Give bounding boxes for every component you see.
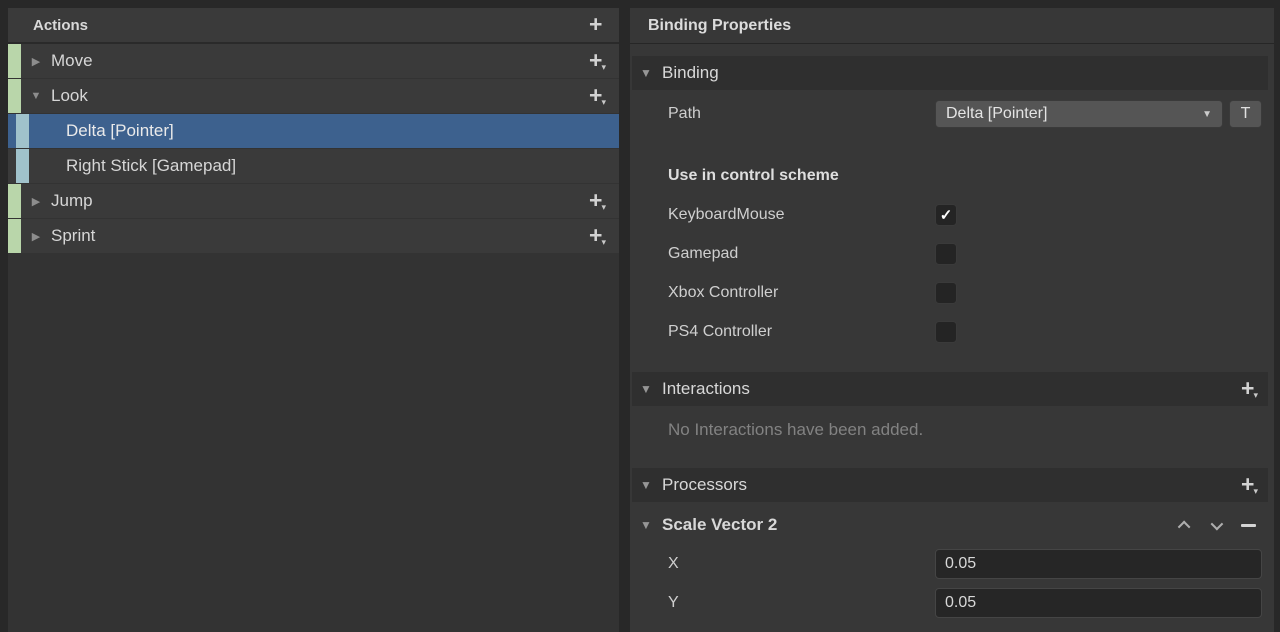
caret-down-icon: ▾ <box>1253 390 1258 401</box>
scheme-label: KeyboardMouse <box>668 206 785 224</box>
expanded-arrow-icon: ▼ <box>640 382 662 396</box>
remove-processor-icon[interactable] <box>1241 524 1256 527</box>
text-mode-button-label: T <box>1241 105 1251 123</box>
add-binding-button[interactable]: + ▾ <box>589 190 606 213</box>
action-color-bar <box>8 184 21 218</box>
binding-properties-header: Binding Properties <box>630 8 1274 44</box>
plus-icon: + <box>589 50 602 70</box>
action-row-sprint[interactable]: ▶ Sprint + ▾ <box>8 219 619 253</box>
action-row-look[interactable]: ▼ Look + ▾ <box>8 79 619 113</box>
collapsed-arrow-icon[interactable]: ▶ <box>21 55 51 68</box>
action-label: Move <box>51 51 589 71</box>
action-row-jump[interactable]: ▶ Jump + ▾ <box>8 184 619 218</box>
binding-section-header[interactable]: ▼ Binding <box>632 56 1268 90</box>
expanded-arrow-icon: ▼ <box>640 518 662 532</box>
interactions-section-title: Interactions <box>662 379 1241 399</box>
binding-label: Right Stick [Gamepad] <box>66 156 619 176</box>
scheme-row-ps4-controller: PS4 Controller <box>630 320 1274 344</box>
interactions-empty-message: No Interactions have been added. <box>630 419 1274 441</box>
binding-section-title: Binding <box>662 63 1258 83</box>
binding-row-delta-pointer[interactable]: Delta [Pointer] <box>8 114 619 148</box>
add-binding-button[interactable]: + ▾ <box>589 225 606 248</box>
scheme-label: Xbox Controller <box>668 284 778 302</box>
binding-properties-title: Binding Properties <box>648 17 791 35</box>
scale-vector2-processor-header[interactable]: ▼ Scale Vector 2 <box>632 508 1268 542</box>
scale-x-row: X <box>630 549 1274 579</box>
processors-section-header[interactable]: ▼ Processors + ▾ <box>632 468 1268 502</box>
interactions-section-header[interactable]: ▼ Interactions + ▾ <box>632 372 1268 406</box>
plus-icon: + <box>589 225 602 245</box>
collapsed-arrow-icon[interactable]: ▶ <box>21 230 51 243</box>
plus-icon: + <box>589 85 602 105</box>
add-binding-button[interactable]: + ▾ <box>589 50 606 73</box>
scheme-label: PS4 Controller <box>668 323 772 341</box>
caret-down-icon: ▾ <box>601 237 606 248</box>
binding-row-right-stick[interactable]: Right Stick [Gamepad] <box>8 149 619 183</box>
expanded-arrow-icon: ▼ <box>640 478 662 492</box>
scheme-row-xbox-controller: Xbox Controller <box>630 281 1274 305</box>
action-color-bar <box>8 79 21 113</box>
processors-section-title: Processors <box>662 475 1241 495</box>
scale-y-label: Y <box>668 594 679 612</box>
scheme-label: Gamepad <box>668 245 738 263</box>
actions-panel: Actions + ▾ ▶ Move + ▾ ▼ Look + ▾ <box>8 8 619 632</box>
xbox-controller-checkbox[interactable] <box>935 282 957 304</box>
binding-label: Delta [Pointer] <box>66 121 619 141</box>
action-label: Sprint <box>51 226 589 246</box>
caret-down-icon: ▾ <box>601 97 606 108</box>
text-mode-button[interactable]: T <box>1229 100 1262 128</box>
path-label: Path <box>668 105 701 123</box>
plus-icon: + <box>589 190 602 210</box>
collapsed-arrow-icon[interactable]: ▶ <box>21 195 51 208</box>
scale-y-input[interactable] <box>935 588 1262 618</box>
processor-controls <box>1181 521 1256 530</box>
binding-color-bar <box>16 114 29 148</box>
action-label: Look <box>51 86 589 106</box>
gamepad-checkbox[interactable] <box>935 243 957 265</box>
actions-panel-title: Actions <box>33 17 589 34</box>
scale-vector2-title: Scale Vector 2 <box>662 515 1181 535</box>
scheme-row-keyboardmouse: KeyboardMouse ✓ <box>630 203 1274 227</box>
binding-properties-panel: Binding Properties ▼ Binding Path Delta … <box>630 8 1274 632</box>
scale-x-input[interactable] <box>935 549 1262 579</box>
actions-panel-header: Actions + ▾ <box>8 8 619 44</box>
plus-icon: + <box>1241 378 1254 398</box>
action-row-move[interactable]: ▶ Move + ▾ <box>8 44 619 78</box>
scheme-row-gamepad: Gamepad <box>630 242 1274 266</box>
ps4-controller-checkbox[interactable] <box>935 321 957 343</box>
add-action-button[interactable]: + ▾ <box>589 14 606 37</box>
path-row: Path Delta [Pointer] ▼ T <box>630 99 1274 129</box>
path-dropdown-value: Delta [Pointer] <box>946 105 1202 123</box>
action-color-bar <box>8 44 21 78</box>
expanded-arrow-icon: ▼ <box>640 66 662 80</box>
dropdown-arrow-icon: ▼ <box>1202 109 1212 120</box>
plus-icon: + <box>589 14 602 34</box>
add-interaction-button[interactable]: + ▾ <box>1241 378 1258 401</box>
action-label: Jump <box>51 191 589 211</box>
plus-icon: + <box>1241 474 1254 494</box>
binding-color-bar <box>16 149 29 183</box>
caret-down-icon: ▾ <box>601 62 606 73</box>
scale-y-row: Y <box>630 588 1274 618</box>
expanded-arrow-icon[interactable]: ▼ <box>21 90 51 102</box>
caret-down-icon: ▾ <box>601 202 606 213</box>
path-dropdown[interactable]: Delta [Pointer] ▼ <box>935 100 1223 128</box>
move-down-icon[interactable] <box>1211 517 1224 530</box>
add-binding-button[interactable]: + ▾ <box>589 85 606 108</box>
action-color-bar <box>8 219 21 253</box>
add-processor-button[interactable]: + ▾ <box>1241 474 1258 497</box>
caret-down-icon: ▾ <box>1253 486 1258 497</box>
keyboardmouse-checkbox[interactable]: ✓ <box>935 204 957 226</box>
check-icon: ✓ <box>940 208 953 223</box>
control-scheme-heading: Use in control scheme <box>630 165 1274 187</box>
input-actions-editor: Actions + ▾ ▶ Move + ▾ ▼ Look + ▾ <box>0 0 1280 632</box>
scale-x-label: X <box>668 555 679 573</box>
